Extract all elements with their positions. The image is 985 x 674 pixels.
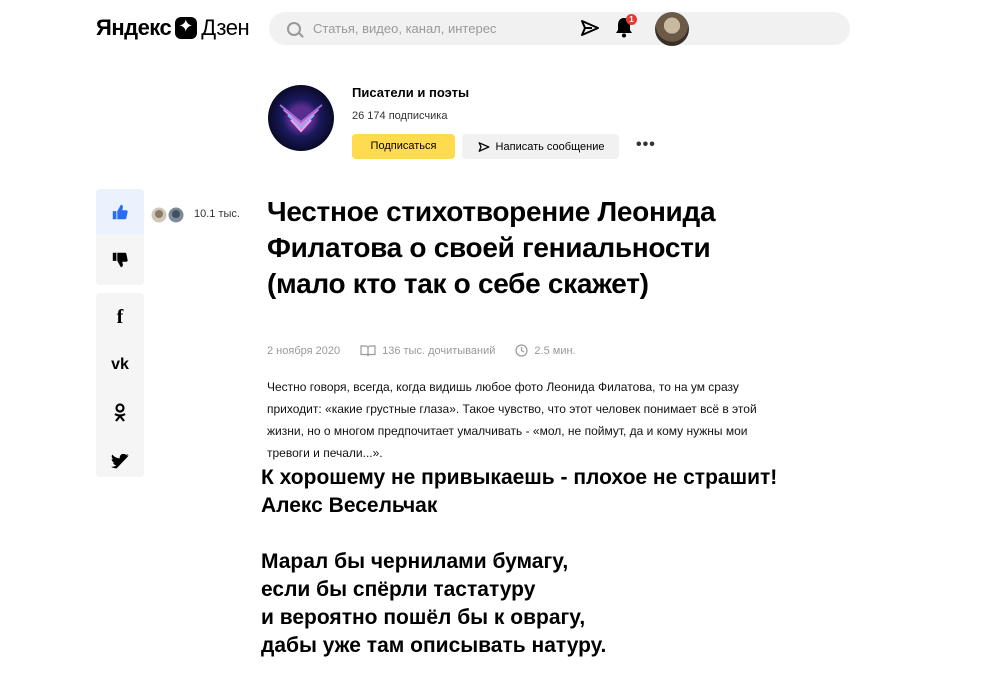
logo-text-yandex: Яндекс [96,15,172,40]
vk-icon[interactable]: vk [96,356,144,374]
user-avatar[interactable] [655,12,689,46]
reaction-avatars [150,206,185,224]
thumbs-down-icon [112,252,128,268]
like-button[interactable] [96,189,144,235]
clock-icon [515,344,529,357]
channel-logo-icon [279,104,323,133]
search-placeholder: Статья, видео, канал, интерес [313,21,497,36]
subscribe-button[interactable]: Подписаться [352,134,455,159]
article-read-time: 2.5 мин. [534,344,576,357]
write-message-button[interactable]: Написать сообщение [462,134,619,159]
header-bar-right [693,12,850,45]
search-input[interactable]: Статья, видео, канал, интерес [269,12,571,45]
article-date: 2 ноября 2020 [267,344,341,357]
book-icon [360,344,376,356]
article-reads: 136 тыс. дочитываний [382,344,496,357]
notification-badge: 1 [626,14,637,25]
send-icon[interactable] [580,18,600,38]
channel-avatar[interactable] [268,85,334,151]
odnoklassniki-glyph [114,403,126,422]
article-lead: Честно говоря, всегда, когда видишь любо… [267,380,757,460]
channel-name[interactable]: Писатели и поэты [352,85,469,100]
overlay-poem-text: К хорошему не привыкаешь - плохое не стр… [261,466,778,657]
write-message-label: Написать сообщение [495,140,605,153]
likes-count: 10.1 тыс. [194,208,240,220]
twitter-icon[interactable] [96,450,144,472]
odnoklassniki-icon[interactable] [96,400,144,426]
article-title: Честное стихотворение Леонида Филатова о… [267,196,716,299]
article-meta: 2 ноября 2020 136 тыс. дочитываний 2.5 м… [267,344,576,357]
dislike-button[interactable] [96,236,144,284]
send-icon [478,141,490,152]
logo-text-zen: Дзен [201,15,250,40]
facebook-icon[interactable]: f [96,306,144,329]
yandex-zen-logo[interactable]: Яндекс Дзен [96,13,250,43]
subscriber-count: 26 174 подписчика [352,110,448,122]
zen-star-icon [175,16,198,39]
search-icon [287,21,301,36]
twitter-bird-glyph [111,454,129,469]
more-options-button[interactable]: ••• [636,136,656,154]
thumbs-up-icon [112,204,128,220]
